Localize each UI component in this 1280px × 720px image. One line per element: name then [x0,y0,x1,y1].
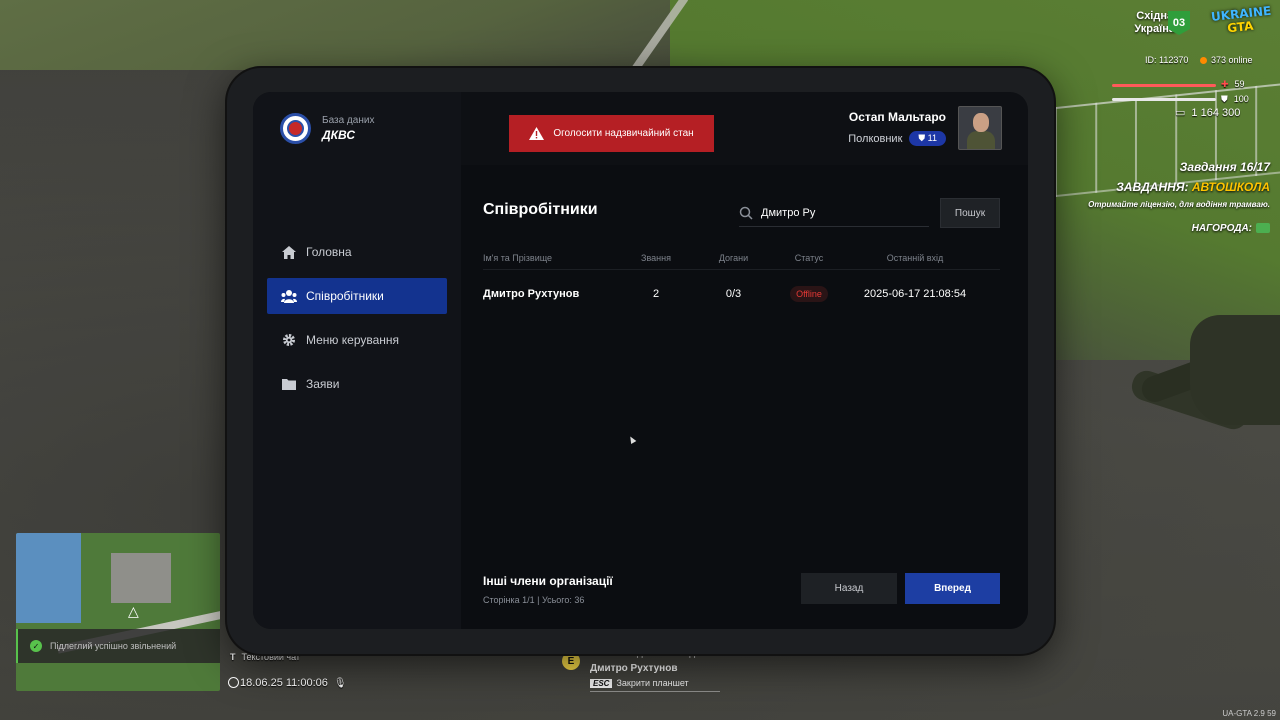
users-icon [281,288,297,304]
main-content: Співробітники Пошук Ім'я та Прізвище Зва… [461,165,1028,629]
server-logo: UKRAINE GTA [1210,3,1272,36]
organization-brand: База даних ДКВС [280,113,374,144]
search-icon [739,206,753,220]
brand-subtitle: База даних [322,115,375,126]
table-header: Ім'я та Прізвище Звання Догани Статус Ос… [483,247,1000,270]
player-arrow-icon: △ [128,603,139,619]
sidebar-item-applications[interactable]: Заяви [267,366,447,402]
sidebar-nav: Головна Співробітники Меню керування Зая… [267,234,447,410]
armor-bar [1112,98,1216,101]
folder-icon [281,376,297,392]
employee-rank: 2 [652,287,660,300]
tablet-frame: База даних ДКВС Головна Співробітники Ме… [227,68,1054,654]
column-header-status: Статус [794,253,824,263]
search-bar [739,199,929,227]
esc-key: ESC [590,679,613,688]
tablet-screen: База даних ДКВС Головна Співробітники Ме… [253,92,1028,629]
gear-icon [281,332,297,348]
footer-title: Інші члени організації [483,574,613,588]
quest-description: Отримайте ліцензію, для водіння трамваю. [1088,200,1270,209]
quest-counter: Завдання 16/17 [1179,160,1270,174]
level-badge: ⛊ 11 [909,131,946,146]
warning-icon [529,127,545,140]
user-name: Остап Мальтаро [848,110,946,124]
shield-icon: ⛊ [1221,94,1228,104]
table-row[interactable]: Дмитро Рухтунов 2 0/3 Offline 2025-06-17… [483,270,1000,317]
microphone-icon: 🎙 [333,678,347,689]
search-button[interactable]: Пошук [940,198,1000,228]
cash-icon: ▭ [1175,107,1186,119]
user-rank: Полковник [848,132,903,145]
interact-key-icon: E [562,652,580,670]
column-header-rank: Звання [641,253,671,263]
online-icon [1200,57,1207,65]
notification-toast: ✓ Підлеглий успішно звільнений [16,629,220,663]
column-header-last-login: Останній вхід [886,253,944,263]
pagination-info: Сторінка 1/1 | Усього: 36 [483,595,585,605]
shield-icon: ⛊ [918,133,928,143]
brand-name: ДКВС [322,128,356,142]
status-badge: Offline [790,285,828,302]
next-button[interactable]: Вперед [905,573,1000,604]
health-value: ✚ 59 [1221,79,1245,89]
user-profile: Остап Мальтаро Полковник ⛊ 11 [848,106,1002,150]
sidebar-item-home[interactable]: Головна [267,234,447,270]
employee-name: Дмитро Рухтунов [483,287,580,300]
employees-table: Ім'я та Прізвище Звання Догани Статус Ос… [483,247,1000,317]
sidebar: База даних ДКВС Головна Співробітники Ме… [253,92,461,629]
home-icon [281,244,297,260]
check-icon: ✓ [30,640,42,652]
health-icon: ✚ [1221,79,1229,89]
quest-title: ЗАВДАННЯ: АВТОШКОЛА [1116,180,1270,194]
employee-last-login: 2025-06-17 21:08:54 [863,287,967,300]
armor-value: ⛊ 100 [1221,94,1249,104]
organization-emblem-icon [280,113,311,144]
clock-icon [228,677,239,688]
minimap: △ [16,533,220,691]
cash-icon [1256,223,1270,234]
back-button[interactable]: Назад [801,573,897,604]
avatar [958,106,1002,150]
search-input[interactable] [761,206,921,219]
version-label: UA-GTA 2.9 59 [1222,709,1276,718]
page-title: Співробітники [483,201,598,218]
player-id: ID: 112370 [1145,55,1189,65]
sidebar-item-management[interactable]: Меню керування [267,322,447,358]
sidebar-item-employees[interactable]: Співробітники [267,278,447,314]
employee-warnings: 0/3 [725,287,742,300]
emergency-button[interactable]: Оголосити надзвичайний стан [509,115,714,152]
npc-character [1128,315,1280,465]
column-header-name: Ім'я та Прізвище [483,253,553,263]
online-count: 373 online [1200,55,1253,65]
money-value: ▭ 1 164 300 [1175,107,1241,119]
quest-reward: НАГОРОДА: [1088,223,1270,234]
column-header-warnings: Догани [718,253,749,263]
grass-area [0,0,700,70]
health-bar [1112,84,1216,87]
quest-panel: Завдання 16/17 ЗАВДАННЯ: АВТОШКОЛА Отрим… [1088,160,1270,234]
datetime-display: 18.06.25 11:00:06 🎙 [228,677,347,689]
